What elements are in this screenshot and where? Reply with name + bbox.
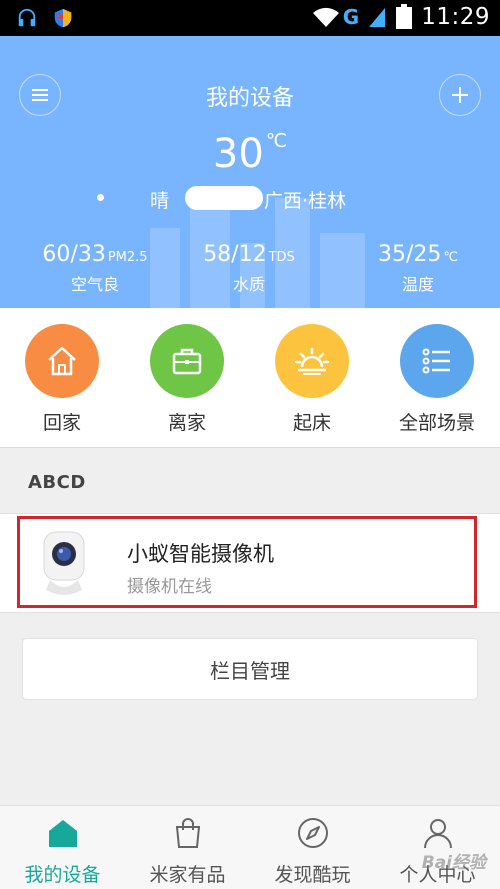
clock: 11:29 [421, 4, 490, 30]
scene-label: 离家 [167, 412, 206, 434]
signal-icon [369, 8, 386, 27]
compass-icon [297, 818, 328, 848]
scene-all[interactable]: 全部场景 [382, 324, 492, 435]
stat-air-quality[interactable]: 60/33 PM2.5 空气良 [10, 242, 180, 295]
manage-columns-button[interactable]: 栏目管理 [22, 638, 478, 700]
stat-water-quality[interactable]: 58/12 TDS 水质 [164, 242, 334, 295]
redacted-blur [185, 186, 263, 210]
home-icon [48, 820, 77, 847]
nav-label: 米家有品 [149, 864, 226, 886]
temperature-display: 30 ℃ [0, 130, 500, 177]
scene-away-circle [150, 324, 224, 398]
list-icon [422, 348, 450, 374]
stat-label: 水质 [232, 275, 265, 294]
device-card-camera[interactable]: 小蚁智能摄像机 摄像机在线 [0, 513, 500, 613]
scene-shortcuts: 回家 离家 起床 全部场景 [0, 308, 500, 448]
sunrise-icon [294, 347, 330, 375]
weather-condition: 晴 [150, 190, 170, 212]
add-device-button[interactable] [439, 74, 481, 116]
nav-my-devices[interactable]: 我的设备 [0, 816, 125, 887]
scene-label: 回家 [42, 412, 81, 434]
temperature-unit: ℃ [265, 130, 288, 152]
headset-icon [18, 8, 36, 27]
scene-away[interactable]: 离家 [132, 324, 242, 435]
stat-value: 60/33 [42, 242, 106, 267]
camera-icon [43, 531, 85, 595]
weather-dot [97, 194, 104, 201]
environment-stats: 60/33 PM2.5 空气良 58/12 TDS 水质 35/25 ℃ 温度 [0, 242, 500, 302]
wifi-icon [312, 7, 339, 27]
scene-all-circle [400, 324, 474, 398]
plus-icon [452, 87, 468, 103]
stat-label: 温度 [401, 275, 434, 294]
nav-mijia-youpin[interactable]: 米家有品 [125, 816, 250, 887]
stat-unit: ℃ [443, 250, 458, 265]
status-bar: G 11:29 [0, 0, 500, 36]
stat-temperature[interactable]: 35/25 ℃ 温度 [333, 242, 500, 295]
nav-label: 发现酷玩 [274, 864, 351, 886]
user-icon [423, 819, 452, 849]
scene-home[interactable]: 回家 [7, 324, 117, 435]
location-label: 广西·桂林 [264, 190, 347, 212]
stat-value: 58/12 [203, 242, 267, 267]
temperature-value: 30 [212, 131, 264, 177]
home-icon [48, 346, 76, 376]
network-type: G [342, 5, 360, 29]
watermark: Bai经验 [421, 853, 486, 873]
scene-wake-up[interactable]: 起床 [257, 324, 367, 435]
stat-label: 空气良 [70, 275, 119, 294]
stat-value: 35/25 [377, 242, 442, 267]
shopping-bag-icon [175, 818, 200, 848]
device-group-title: ABCD [28, 472, 86, 493]
stat-unit: PM2.5 [107, 250, 148, 265]
bottom-navigation: 我的设备 米家有品 发现酷玩 个人中心 Bai经验 [0, 805, 500, 889]
nav-label: 我的设备 [24, 864, 101, 886]
scene-home-circle [25, 324, 99, 398]
nav-discover[interactable]: 发现酷玩 [250, 816, 375, 887]
page-title: 我的设备 [205, 86, 294, 111]
briefcase-icon [172, 348, 202, 375]
stat-unit: TDS [268, 250, 295, 265]
shield-icon [54, 8, 72, 28]
battery-icon [396, 4, 413, 29]
weather-header: 我的设备 30 ℃ 晴 广西·桂林 60/33 PM2.5 空气良 58/12 TDS… [0, 36, 500, 308]
scene-label: 起床 [292, 412, 331, 434]
scene-label: 全部场景 [398, 412, 475, 434]
device-status: 摄像机在线 [127, 577, 212, 597]
scene-wake-up-circle [275, 324, 349, 398]
device-name: 小蚁智能摄像机 [127, 542, 274, 566]
